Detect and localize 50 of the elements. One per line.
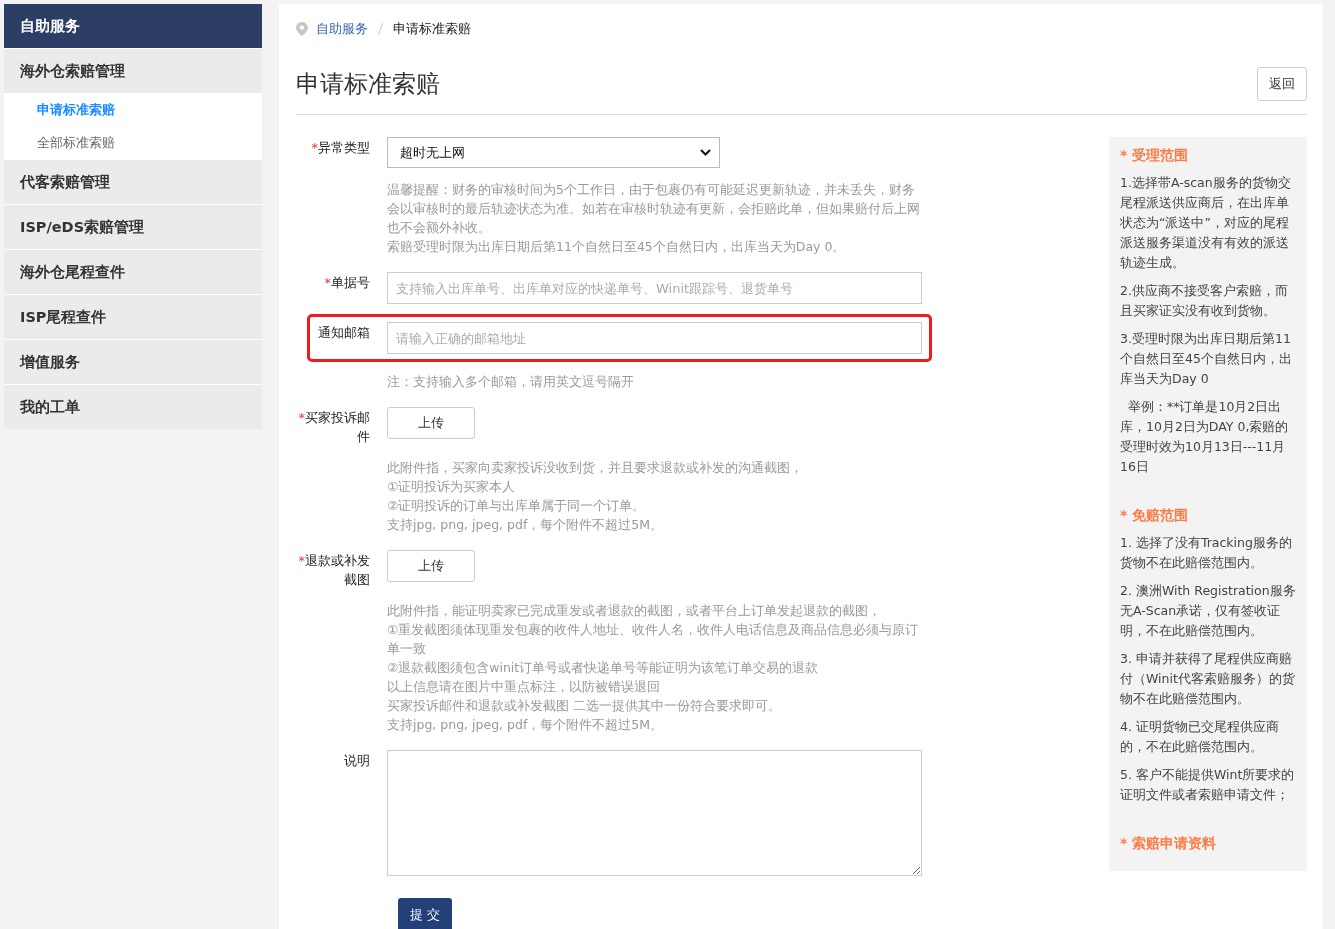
info-paragraph: 5. 客户不能提供Wint所要求的证明文件或者索赔申请文件；	[1120, 766, 1296, 804]
hint-text: 注：支持输入多个邮箱，请用英文逗号隔开	[387, 373, 635, 391]
hint-text: 以上信息请在图片中重点标注，以防被错误退回	[387, 678, 661, 696]
info-heading: * 索赔申请资料	[1120, 835, 1218, 853]
type-select[interactable]: 超时无上网	[387, 137, 720, 168]
sidebar-group[interactable]: ISP尾程查件	[4, 294, 262, 339]
info-heading: * 免赔范围	[1120, 507, 1190, 525]
sidebar-group[interactable]: 海外仓索赔管理	[4, 48, 262, 93]
sidebar-group[interactable]: 我的工单	[4, 384, 262, 429]
field-label: *单据号	[323, 274, 370, 292]
info-paragraph: 2. 澳洲With Registration服务无A-Scan承诺，仅有签收证明，不在此赔偿范围内。	[1120, 582, 1296, 640]
hint-text: 此附件指，能证明卖家已完成重发或者退款的截图，或者平台上订单发起退款的截图，	[387, 602, 882, 620]
sidebar-group[interactable]: 代客索赔管理	[4, 159, 262, 204]
hint-text: 此附件指，买家向卖家投诉没收到货，并且要求退款或补发的沟通截图，	[387, 459, 804, 477]
info-paragraph: 2.供应商不接受客户索赔，而且买家证实没有收到货物。	[1120, 282, 1289, 320]
field-label: *退款或补发截图	[297, 552, 370, 589]
field-label: 说明	[343, 752, 370, 770]
info-paragraph: 3. 申请并获得了尾程供应商赔付（Winit代客索赔服务）的货物不在此赔偿范围内。	[1120, 650, 1296, 708]
page-title: 申请标准索赔	[296, 69, 440, 100]
description-textarea[interactable]	[387, 750, 922, 876]
info-paragraph: 4. 证明货物已交尾程供应商的，不在此赔偿范围内。	[1120, 718, 1280, 756]
hint-text: ①证明投诉为买家本人	[387, 478, 517, 496]
breadcrumb-link[interactable]: 自助服务	[316, 20, 368, 38]
sidebar-group[interactable]: 海外仓尾程查件	[4, 249, 262, 294]
hint-text: 支持jpg, png, jpeg, pdf，每个附件不超过5M。	[387, 516, 664, 534]
breadcrumb-current: 申请标准索赔	[393, 20, 471, 38]
field-label: 通知邮箱	[317, 324, 370, 342]
upload-button[interactable]: 上传	[387, 407, 475, 439]
text-input-field[interactable]: 支持输入出库单号、出库单对应的快递单号、Winit跟踪号、退货单号	[387, 272, 922, 304]
text-input-field[interactable]: 请输入正确的邮箱地址	[387, 322, 922, 354]
sidebar-title: 自助服务	[4, 4, 262, 48]
info-paragraph: 3.受理时限为出库日期后第11个自然日至45个自然日内，出库当天为Day 0	[1120, 330, 1293, 388]
hint-text: 支持jpg, png, jpeg, pdf，每个附件不超过5M。	[387, 716, 664, 734]
field-label: *异常类型	[310, 139, 370, 157]
sidebar-group[interactable]: 增值服务	[4, 339, 262, 384]
info-paragraph: 1. 选择了没有Tracking服务的货物不在此赔偿范围内。	[1120, 534, 1293, 572]
sidebar-item[interactable]: 全部标准索赔	[4, 126, 262, 159]
info-heading: * 受理范围	[1120, 147, 1190, 165]
upload-button[interactable]: 上传	[387, 550, 475, 582]
info-paragraph: 1.选择带A-scan服务的货物交尾程派送供应商后，在出库单状态为“派送中”，对应的尾程派送服务渠道没有有效的派送轨迹生成。	[1120, 174, 1292, 272]
hint-text: 索赔受理时限为出库日期后第11个自然日至45个自然日内，出库当天为Day 0。	[387, 238, 847, 256]
hint-text: ②退款截图须包含winit订单号或者快递单号等能证明为该笔订单交易的退款	[387, 659, 820, 677]
sidebar-group[interactable]: ISP/eDS索赔管理	[4, 204, 262, 249]
info-paragraph: 举例：**订单是10月2日出库，10月2日为DAY 0,索赔的受理时效为10月13日---11月16日	[1120, 398, 1290, 476]
submit-button[interactable]: 提 交	[398, 898, 453, 929]
location-pin-icon	[296, 22, 308, 36]
hint-text: 温馨提醒：财务的审核时间为5个工作日，由于包裹仍有可能延迟更新轨迹，并未丢失，财务会以审核时的最后轨迹状态为准。如若在审核时轨迹有更新，会拒赔此单，但如果赔付后上网也不会额外补收。	[387, 181, 921, 237]
field-label: *买家投诉邮件	[297, 409, 370, 446]
back-button[interactable]: 返回	[1257, 67, 1307, 101]
chevron-down-icon	[700, 149, 711, 156]
